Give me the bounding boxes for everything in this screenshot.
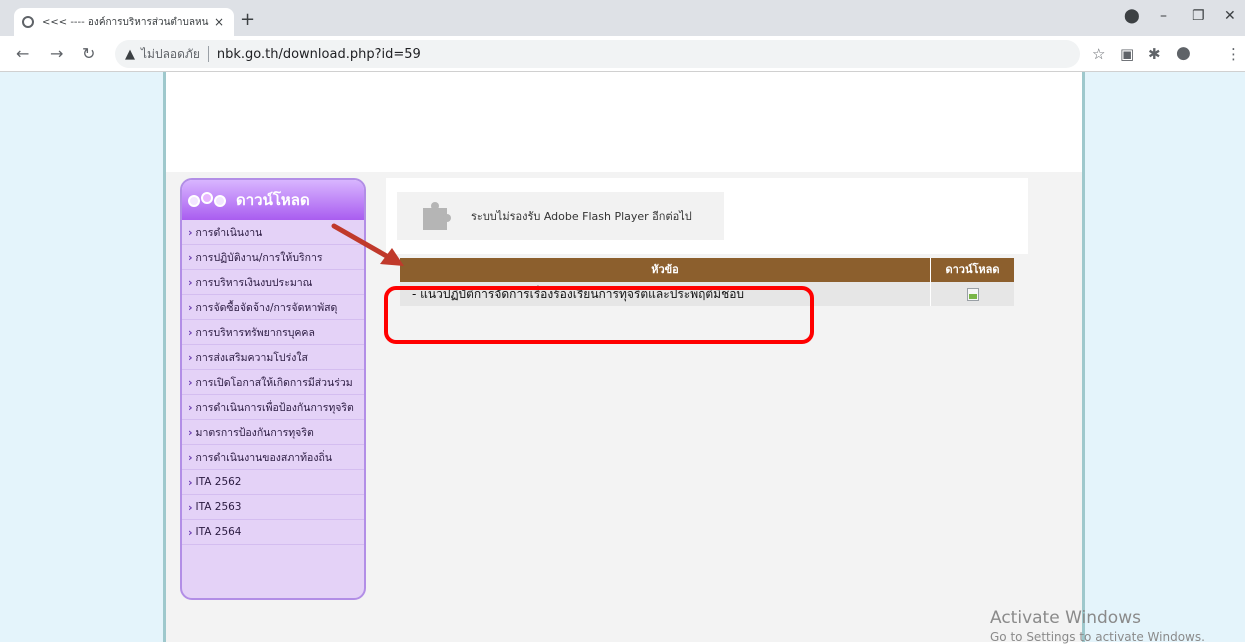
close-tab-icon[interactable]: ×	[212, 15, 226, 29]
sidebar-item-procurement[interactable]: › การจัดซื้อจัดจ้าง/การจัดหาพัสดุ	[182, 295, 364, 320]
forward-icon[interactable]: →	[50, 44, 63, 63]
bookmark-star-icon[interactable]: ☆	[1092, 45, 1105, 63]
sidebar-item-label: การปฏิบัติงาน/การให้บริการ	[195, 251, 323, 264]
chevron-right-icon: ›	[188, 525, 193, 539]
address-bar[interactable]: ▲ ไม่ปลอดภัย nbk.go.th/download.php?id=5…	[115, 40, 1080, 68]
chevron-right-icon: ›	[188, 375, 193, 389]
column-header-topic: หัวข้อ	[651, 263, 679, 276]
flash-plugin-notice: ระบบไม่รองรับ Adobe Flash Player อีกต่อไ…	[397, 192, 724, 240]
chevron-right-icon: ›	[188, 500, 193, 514]
warning-icon: ▲	[125, 46, 135, 62]
flash-notice-text: ระบบไม่รองรับ Adobe Flash Player อีกต่อไ…	[471, 210, 692, 223]
main-content-header: ระบบไม่รองรับ Adobe Flash Player อีกต่อไ…	[386, 178, 1028, 254]
highlight-box	[384, 286, 814, 344]
sidebar-item-label: ITA 2564	[195, 526, 242, 538]
column-header-download: ดาวน์โหลด	[930, 258, 1014, 282]
chevron-right-icon: ›	[188, 225, 193, 239]
sidebar-item-local-council[interactable]: › การดำเนินงานของสภาท้องถิ่น	[182, 445, 364, 470]
table-header-row: หัวข้อ ดาวน์โหลด	[400, 258, 1014, 282]
maximize-icon[interactable]: ❐	[1192, 8, 1205, 24]
annotation-arrow	[331, 223, 404, 266]
sidebar-item-label: การส่งเสริมความโปร่งใส	[195, 351, 308, 364]
minimize-icon[interactable]: –	[1160, 8, 1167, 24]
tab-strip: <<< ---- องค์การบริหารส่วนตำบลหน × + ⬤ –…	[0, 0, 1245, 36]
windows-activation-watermark: Activate Windows Go to Settings to activ…	[990, 608, 1205, 644]
sidebar-item-label: การดำเนินงานของสภาท้องถิ่น	[195, 451, 333, 464]
address-separator	[207, 46, 209, 62]
sidebar-item-label: การบริหารเงินงบประมาณ	[195, 276, 313, 289]
download-cell	[930, 282, 1014, 306]
profile-icon[interactable]: ●	[1176, 43, 1191, 63]
sidebar-item-hr[interactable]: › การบริหารทรัพยากรบุคคล	[182, 320, 364, 345]
extensions-icon[interactable]: ✱	[1148, 45, 1161, 63]
sidebar-item-transparency[interactable]: › การส่งเสริมความโปร่งใส	[182, 345, 364, 370]
more-menu-icon[interactable]: ⋮	[1226, 45, 1241, 63]
profile-menu-icon[interactable]: ⬤	[1124, 8, 1140, 24]
not-secure-label: ไม่ปลอดภัย	[141, 46, 200, 61]
sidebar-item-ita-2563[interactable]: › ITA 2563	[182, 495, 364, 520]
plugin-puzzle-icon	[419, 200, 451, 232]
sidebar-item-participation[interactable]: › การเปิดโอกาสให้เกิดการมีส่วนร่วม	[182, 370, 364, 395]
new-tab-button[interactable]: +	[240, 11, 255, 29]
sidebar-item-label: ITA 2562	[195, 476, 242, 488]
window-close-icon[interactable]: ✕	[1224, 8, 1236, 24]
sidebar-item-label: การเปิดโอกาสให้เกิดการมีส่วนร่วม	[195, 376, 353, 389]
sidebar-item-ita-2564[interactable]: › ITA 2564	[182, 520, 364, 545]
reload-icon[interactable]: ↻	[82, 44, 95, 63]
chevron-right-icon: ›	[188, 400, 193, 414]
sidebar-item-label: การดำเนินงาน	[195, 226, 263, 239]
download-image-icon[interactable]	[966, 287, 979, 301]
sidebar-item-label: มาตรการป้องกันการทุจริต	[195, 426, 314, 439]
chevron-right-icon: ›	[188, 350, 193, 364]
chevron-right-icon: ›	[188, 425, 193, 439]
chevron-right-icon: ›	[188, 450, 193, 464]
chevron-right-icon: ›	[188, 250, 193, 264]
pdf-extension-icon[interactable]: ▣	[1120, 45, 1134, 63]
sidebar-item-budget[interactable]: › การบริหารเงินงบประมาณ	[182, 270, 364, 295]
sidebar-item-label: การดำเนินการเพื่อป้องกันการทุจริต	[195, 401, 354, 414]
browser-tab[interactable]: <<< ---- องค์การบริหารส่วนตำบลหน ×	[14, 8, 234, 36]
chevron-right-icon: ›	[188, 475, 193, 489]
chevron-right-icon: ›	[188, 275, 193, 289]
back-icon[interactable]: ←	[16, 44, 29, 63]
tab-title: <<< ---- องค์การบริหารส่วนตำบลหน	[42, 16, 209, 28]
globe-icon	[22, 16, 34, 28]
sidebar-item-label: ITA 2563	[195, 501, 242, 513]
sidebar-title: ดาวน์โหลด	[236, 191, 310, 209]
header-banner-area	[166, 72, 1082, 172]
chevron-right-icon: ›	[188, 300, 193, 314]
flower-decoration-icon	[188, 190, 228, 210]
browser-toolbar: ← → ↻ ▲ ไม่ปลอดภัย nbk.go.th/download.ph…	[0, 36, 1245, 72]
url-text: nbk.go.th/download.php?id=59	[216, 46, 421, 62]
sidebar-header: ดาวน์โหลด	[182, 180, 364, 220]
sidebar-item-label: การบริหารทรัพยากรบุคคล	[195, 326, 315, 339]
page-viewport: ดาวน์โหลด › การดำเนินงาน › การปฏิบัติงาน/ก…	[0, 72, 1245, 642]
sidebar-item-anti-corruption-actions[interactable]: › การดำเนินการเพื่อป้องกันการทุจริต	[182, 395, 364, 420]
chevron-right-icon: ›	[188, 325, 193, 339]
sidebar-item-label: การจัดซื้อจัดจ้าง/การจัดหาพัสดุ	[195, 301, 338, 314]
watermark-title: Activate Windows	[990, 608, 1141, 628]
sidebar-item-ita-2562[interactable]: › ITA 2562	[182, 470, 364, 495]
sidebar-item-anti-corruption-measures[interactable]: › มาตรการป้องกันการทุจริต	[182, 420, 364, 445]
page-container: ดาวน์โหลด › การดำเนินงาน › การปฏิบัติงาน/ก…	[163, 72, 1085, 642]
